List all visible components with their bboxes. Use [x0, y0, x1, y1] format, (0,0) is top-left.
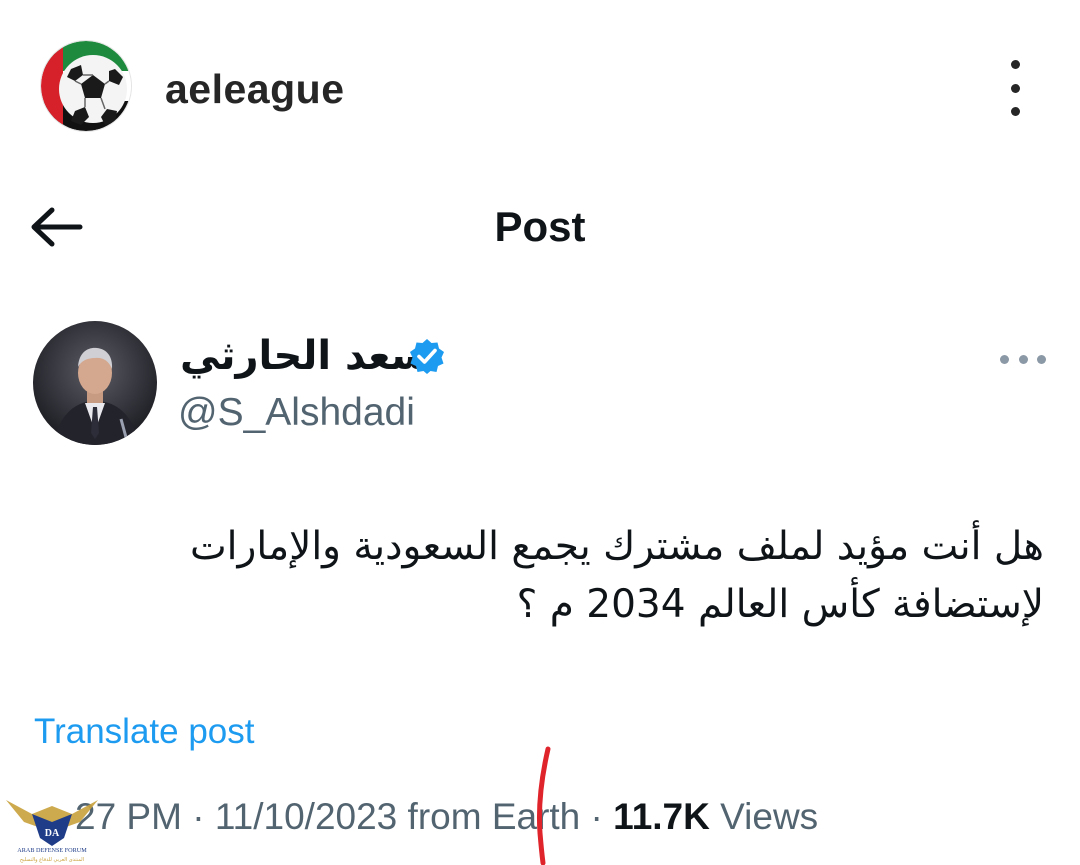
account-username[interactable]: aeleague [165, 66, 345, 113]
more-horizontal-icon[interactable] [1000, 353, 1046, 365]
more-vertical-icon[interactable] [995, 60, 1035, 116]
meta-separator: · [590, 796, 603, 837]
views-count[interactable]: 11.7K [613, 796, 710, 837]
views-label: Views [720, 796, 819, 837]
watermark-subtitle: المنتدى العربي للدفاع والتسليح [20, 857, 84, 863]
post-date[interactable]: 11/10/2023 [215, 796, 397, 837]
instagram-header: aeleague [0, 0, 1080, 180]
author-handle[interactable]: @S_Alshdadi [178, 391, 415, 435]
post-author: سعد الحارثي @S_Alshdadi [0, 315, 1080, 455]
author-name[interactable]: سعد الحارثي [180, 333, 430, 379]
menu-dot [1000, 354, 1009, 364]
menu-dot [1018, 354, 1028, 364]
watermark-title: ARAB DEFENSE FORUM [17, 847, 87, 854]
menu-dot [1010, 60, 1020, 69]
meta-separator: · [192, 796, 205, 837]
translate-post-link[interactable]: Translate post [34, 712, 254, 752]
account-avatar[interactable] [41, 41, 131, 131]
page-title: Post [494, 203, 586, 250]
post-meta: 27 PM · 11/10/2023 from Earth · 11.7K Vi… [75, 796, 818, 838]
ball-logo-icon [41, 41, 131, 131]
author-photo [33, 321, 157, 445]
post-nav-bar: Post [0, 185, 1080, 265]
verified-badge-icon [410, 339, 444, 374]
menu-dot [1010, 83, 1020, 93]
watermark-initials: DA [45, 828, 60, 839]
red-annotation-stroke [536, 746, 551, 865]
menu-dot [1037, 354, 1046, 364]
author-avatar[interactable] [33, 321, 157, 445]
menu-dot [1010, 107, 1020, 116]
forum-watermark-logo: DA ARAB DEFENSE FORUM المنتدى العربي للد… [6, 800, 98, 863]
post-text: هل أنت مؤيد لملف مشترك يجمع السعودية وال… [189, 524, 1044, 627]
